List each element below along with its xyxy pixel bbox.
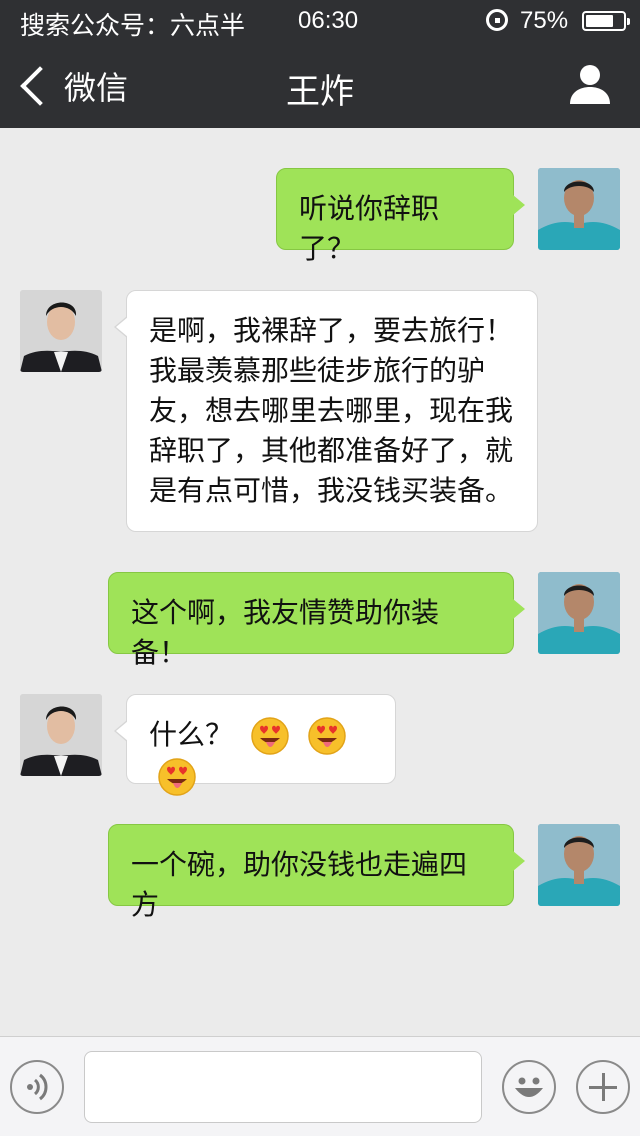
avatar-self-image [538, 572, 620, 654]
rotation-lock-icon [486, 9, 508, 31]
emoji-button[interactable] [502, 1060, 556, 1114]
battery-fill [586, 15, 613, 27]
message-bubble-outgoing[interactable]: 这个啊，我友情赞助你装备！ [108, 572, 525, 669]
smiley-icon [515, 1077, 543, 1097]
plus-icon [589, 1073, 617, 1101]
avatar-contact[interactable] [20, 694, 102, 776]
message-bubble-incoming[interactable]: 什么？ [114, 694, 396, 796]
message-line: 是啊，我裸辞了，要去旅行！ [149, 314, 514, 347]
message-line: 我最羡慕那些徒步旅行的驴 [149, 354, 486, 387]
clock: 06:30 [298, 7, 359, 34]
voice-icon [27, 1073, 48, 1101]
message-bubble-outgoing[interactable]: 听说你辞职了？ [276, 168, 525, 265]
message-text: 听说你辞职了？ [299, 192, 440, 265]
chat-area[interactable]: 听说你辞职了？ 是啊，我裸辞了，要去旅行！ 我最羡慕那些徒步旅行的驴 友，想去哪… [0, 128, 640, 1036]
avatar-self[interactable] [538, 168, 620, 250]
person-icon[interactable] [568, 62, 612, 106]
message-line: 友，想去哪里去哪里，现在我 [149, 394, 514, 427]
input-bar [0, 1036, 640, 1136]
status-bar: 搜索公众号：六点半 06:30 75% [0, 0, 640, 44]
message-bubble-outgoing[interactable]: 一个碗，助你没钱也走遍四方 [108, 824, 525, 921]
avatar-self-image [538, 168, 620, 250]
carrier-label: 搜索公众号：六点半 [20, 11, 246, 40]
message-line: 辞职了，其他都准备好了，就 [149, 434, 514, 467]
message-input[interactable] [84, 1051, 482, 1123]
heart-eyes-tongue-emoji [158, 758, 196, 796]
nav-bar: 微信 王炸 [0, 44, 640, 128]
message-text: 什么？ [149, 718, 234, 751]
battery-percent: 75% [520, 7, 569, 34]
message-text: 这个啊，我友情赞助你装备！ [131, 596, 440, 669]
more-button[interactable] [576, 1060, 630, 1114]
voice-button[interactable] [10, 1060, 64, 1114]
heart-eyes-tongue-emoji [251, 717, 289, 755]
chat-title: 王炸 [286, 72, 354, 112]
avatar-self[interactable] [538, 572, 620, 654]
avatar-contact-image [20, 290, 102, 372]
avatar-contact-image [20, 694, 102, 776]
battery-icon [582, 11, 630, 31]
avatar-self-image [538, 824, 620, 906]
message-text: 一个碗，助你没钱也走遍四方 [131, 848, 468, 921]
avatar-contact[interactable] [20, 290, 102, 372]
heart-eyes-tongue-emoji [308, 717, 346, 755]
avatar-self[interactable] [538, 824, 620, 906]
message-line: 是有点可惜，我没钱买装备。 [149, 474, 514, 507]
message-bubble-incoming[interactable]: 是啊，我裸辞了，要去旅行！ 我最羡慕那些徒步旅行的驴 友，想去哪里去哪里，现在我… [114, 290, 538, 532]
